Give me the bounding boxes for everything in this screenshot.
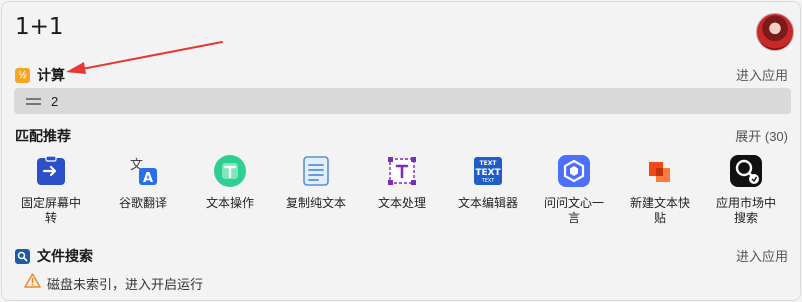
sticky-note-icon xyxy=(643,154,677,188)
app-item-google-translate[interactable]: 文 A 谷歌翻译 xyxy=(100,154,186,211)
avatar[interactable] xyxy=(756,13,794,51)
app-label: 文本处理 xyxy=(377,196,426,210)
wenxin-icon xyxy=(557,154,591,188)
app-item-app-market-search[interactable]: 应用市场中搜索 xyxy=(703,154,789,226)
text-process-icon xyxy=(385,154,419,188)
text-ops-icon xyxy=(213,154,247,188)
app-item-new-sticky-note[interactable]: 新建文本快贴 xyxy=(617,154,703,226)
app-label: 固定屏幕中转 xyxy=(20,196,81,225)
app-market-search-icon xyxy=(729,154,763,188)
svg-text:A: A xyxy=(143,171,153,186)
app-grid: 固定屏幕中转 文 A 谷歌翻译 文本操作 复制纯文本 文本处理 TEXT TEX… xyxy=(15,154,791,232)
app-label: 复制纯文本 xyxy=(285,196,346,210)
expand-button[interactable]: 展开 (30) xyxy=(735,126,788,145)
app-label: 谷歌翻译 xyxy=(118,196,167,210)
calc-section-header: ½ 计算 xyxy=(15,65,65,85)
pin-screen-icon xyxy=(34,154,68,188)
search-query[interactable]: 1+1 xyxy=(15,14,64,40)
app-label: 文本编辑器 xyxy=(457,196,518,210)
equals-icon xyxy=(26,97,41,106)
index-warning-text: 磁盘未索引，进入开启运行 xyxy=(47,276,204,292)
calc-result-row[interactable]: 2 xyxy=(14,88,791,114)
file-search-header: 文件搜索 xyxy=(15,246,93,266)
file-search-title: 文件搜索 xyxy=(37,248,93,264)
index-warning[interactable]: 磁盘未索引，进入开启运行 xyxy=(24,273,203,293)
calc-result-value: 2 xyxy=(51,93,59,109)
search-icon xyxy=(15,248,30,264)
app-label: 新建文本快贴 xyxy=(629,196,690,225)
svg-text:TEXT: TEXT xyxy=(480,160,498,167)
app-item-wenxin-yiyan[interactable]: 问问文心一言 xyxy=(531,154,617,226)
svg-text:TEXT: TEXT xyxy=(481,178,496,184)
app-label: 文本操作 xyxy=(205,196,254,210)
app-item-text-editor[interactable]: TEXT TEXT TEXT 文本编辑器 xyxy=(445,154,531,211)
calc-open-app-link[interactable]: 进入应用 xyxy=(736,65,788,84)
app-item-pin-screen[interactable]: 固定屏幕中转 xyxy=(8,154,94,226)
launcher-window: 1+1 ½ 计算 进入应用 2 匹配推荐 展开 (30) 固定屏幕中转 文 A … xyxy=(1,1,801,301)
text-editor-icon: TEXT TEXT TEXT xyxy=(471,154,505,188)
app-item-text-ops[interactable]: 文本操作 xyxy=(187,154,273,211)
warning-icon xyxy=(24,273,41,293)
match-section-title: 匹配推荐 xyxy=(15,128,71,144)
file-search-open-app-link[interactable]: 进入应用 xyxy=(736,246,788,265)
translate-icon: 文 A xyxy=(126,154,160,188)
copy-text-icon xyxy=(299,154,333,188)
app-label: 应用市场中搜索 xyxy=(715,196,776,225)
svg-text:TEXT: TEXT xyxy=(475,168,501,178)
app-item-copy-plain-text[interactable]: 复制纯文本 xyxy=(273,154,359,211)
calc-section-title: 计算 xyxy=(37,67,65,83)
calculator-icon: ½ xyxy=(15,67,30,83)
app-label: 问问文心一言 xyxy=(543,196,604,225)
app-item-text-process[interactable]: 文本处理 xyxy=(359,154,445,211)
